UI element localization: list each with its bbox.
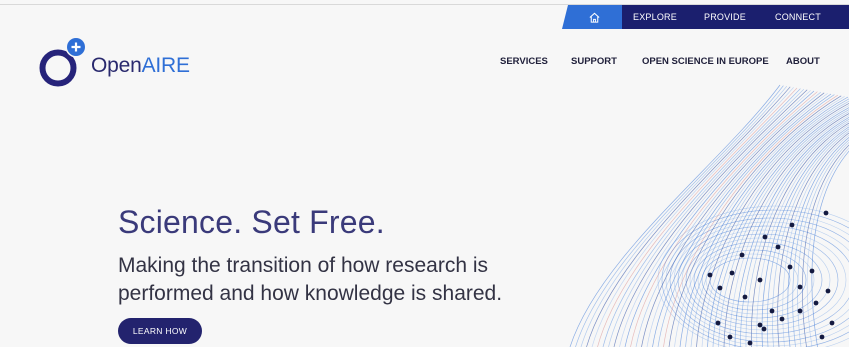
nav-support[interactable]: SUPPORT bbox=[571, 56, 617, 67]
home-button[interactable] bbox=[562, 5, 622, 29]
node-dot bbox=[769, 308, 775, 314]
node-dot bbox=[797, 284, 803, 290]
node-dot bbox=[829, 320, 835, 326]
node-dot bbox=[813, 300, 819, 306]
logo-mark-icon bbox=[39, 36, 87, 87]
provide-link[interactable]: PROVIDE bbox=[704, 5, 746, 29]
nav-open-science-in-europe[interactable]: OPEN SCIENCE IN EUROPE bbox=[642, 56, 769, 67]
home-icon bbox=[589, 12, 599, 23]
logo-text-aire: AIRE bbox=[141, 54, 190, 77]
hero-title: Science. Set Free. bbox=[118, 204, 385, 240]
node-dot bbox=[717, 285, 723, 291]
node-dot bbox=[727, 334, 733, 340]
node-dot bbox=[715, 320, 721, 326]
node-dot bbox=[825, 288, 831, 294]
nav-services[interactable]: SERVICES bbox=[500, 56, 548, 67]
node-dot bbox=[762, 234, 768, 240]
logo-text-open: Open bbox=[91, 54, 142, 77]
node-dot bbox=[809, 268, 815, 274]
explore-link[interactable]: EXPLORE bbox=[633, 5, 677, 29]
logo-wordmark: OpenAIRE bbox=[91, 54, 190, 78]
node-dot bbox=[789, 222, 795, 228]
node-dot bbox=[739, 252, 745, 258]
hero-subtitle: Making the transition of how research is… bbox=[118, 254, 503, 305]
utility-bar: EXPLORE PROVIDE CONNECT bbox=[0, 5, 849, 29]
node-dot bbox=[747, 340, 753, 346]
node-dot bbox=[797, 308, 803, 314]
node-dot bbox=[779, 316, 785, 322]
node-dot bbox=[757, 322, 763, 328]
node-dot bbox=[707, 272, 713, 278]
flow-line bbox=[569, 84, 781, 347]
learn-how-button[interactable]: LEARN HOW bbox=[118, 318, 202, 344]
flow-loop bbox=[709, 257, 791, 303]
node-dot bbox=[757, 277, 763, 283]
node-dot bbox=[819, 334, 825, 340]
node-dot bbox=[742, 294, 748, 300]
flow-line bbox=[668, 95, 842, 347]
openaire-logo[interactable]: OpenAIRE bbox=[36, 36, 206, 92]
node-dot bbox=[787, 264, 793, 270]
nav-about[interactable]: ABOUT bbox=[786, 56, 820, 67]
node-dot bbox=[761, 326, 767, 332]
connect-link[interactable]: CONNECT bbox=[775, 5, 821, 29]
node-dot bbox=[775, 244, 781, 250]
node-dot bbox=[823, 210, 829, 216]
node-dot bbox=[729, 270, 735, 276]
